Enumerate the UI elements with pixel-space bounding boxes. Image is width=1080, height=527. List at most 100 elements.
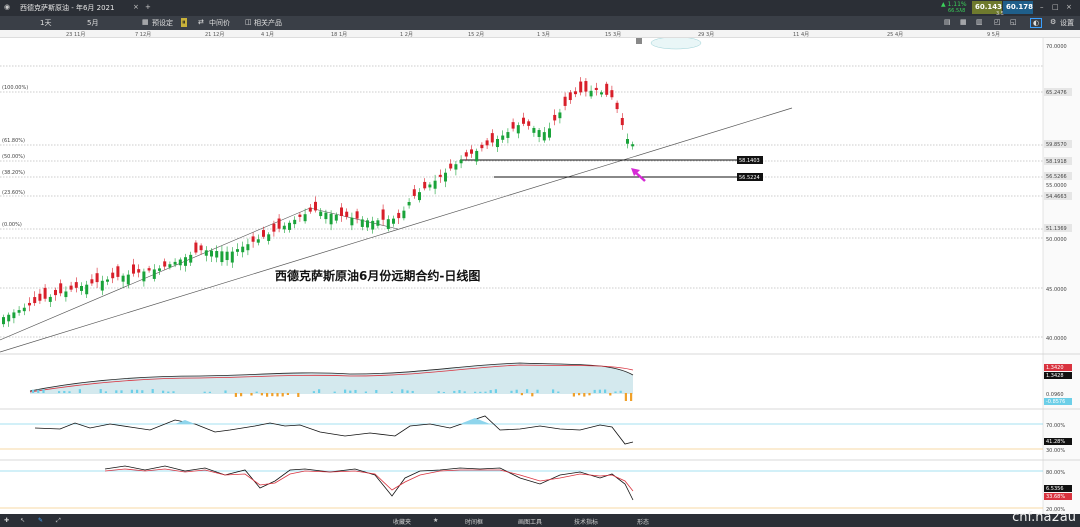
macd-histogram-bar: [588, 393, 591, 396]
pause-icon[interactable]: ⏸: [181, 18, 187, 27]
technical-indicators-button[interactable]: 技术指标: [574, 517, 598, 526]
macd-histogram-bar: [172, 391, 175, 393]
favorites-button[interactable]: 收藏夹: [393, 517, 411, 526]
candle-body: [90, 279, 94, 284]
watermark: cnf.na2au: [1012, 510, 1076, 525]
star-icon[interactable]: ★: [433, 517, 438, 524]
lock-icon[interactable]: [636, 38, 642, 44]
macd-histogram-bar: [364, 391, 367, 393]
candle-body: [95, 273, 99, 283]
date-label: 25 4月: [887, 32, 904, 38]
macd-histogram-bar: [354, 389, 357, 393]
candle-body: [423, 181, 427, 189]
candle-body: [277, 218, 281, 229]
macd-histogram-bar: [557, 391, 560, 393]
ask-price-button[interactable]: 60.178: [1003, 1, 1033, 14]
candle-body: [28, 302, 31, 306]
candle-body: [386, 219, 390, 229]
fib-label: (0.00%): [2, 222, 22, 228]
candle-body: [189, 254, 193, 263]
candle-body: [54, 289, 57, 296]
candle-body: [308, 207, 312, 212]
close-tab-icon[interactable]: ×: [133, 3, 139, 11]
candle-body: [147, 268, 151, 271]
macd-histogram-bar: [271, 393, 274, 397]
grid-icon[interactable]: ▦: [960, 18, 967, 26]
add-tab-button[interactable]: +: [145, 3, 151, 11]
menu-icon[interactable]: ◉: [4, 3, 10, 11]
preset-button[interactable]: 预设定: [152, 18, 173, 28]
candle-body: [600, 92, 603, 95]
macd-histogram-bar: [297, 393, 300, 397]
chart-caption: 西德克萨斯原油6月份远期合约-日线图: [275, 269, 481, 283]
minimize-icon[interactable]: –: [1040, 3, 1044, 11]
date-axis: 23 11月 7 12月 21 12月 4 1月 18 1月 1 2月 15 2…: [0, 30, 1080, 38]
range-select[interactable]: 5月: [87, 18, 98, 28]
candle-body: [433, 180, 437, 189]
crosshair-icon[interactable]: ✚: [4, 517, 9, 524]
related-icon[interactable]: ◫: [245, 18, 252, 26]
macd-histogram-bar: [411, 390, 414, 393]
macd-histogram-bar: [240, 393, 243, 397]
toggle-icon[interactable]: ◐: [1030, 18, 1043, 28]
stoch-level: 33.68%: [1046, 494, 1065, 500]
price-label: 54.4663: [1046, 194, 1067, 200]
candle-body: [17, 310, 21, 313]
macd-histogram-bar: [99, 389, 102, 393]
price-chart[interactable]: (100.00%) (61.80%) (50.00%) (38.20%) (23…: [0, 38, 1080, 514]
date-label: 9 5月: [987, 32, 1000, 38]
macd-histogram-bar: [234, 393, 237, 397]
chart-toolbar: 1天 5月 ▦ 预设定 ⏸ ⇄ 中间价 ◫ 相关产品 ▤ ▦ ▥ ◰ ◱ ◐ ⚙…: [0, 16, 1080, 30]
timeframe-select[interactable]: 1天: [40, 18, 51, 28]
patterns-button[interactable]: 形态: [637, 517, 649, 526]
macd-histogram-bar: [583, 393, 586, 397]
date-label: 7 12月: [135, 32, 152, 38]
trendline-pullback[interactable]: [309, 207, 399, 230]
candle-body: [132, 264, 135, 274]
date-label: 29 3月: [698, 32, 715, 38]
price-label: 58.1918: [1046, 159, 1067, 165]
candle-body: [184, 257, 187, 266]
candle-body: [241, 246, 245, 253]
settings-button[interactable]: 设置: [1060, 18, 1074, 28]
maximize-icon[interactable]: □: [1052, 3, 1059, 11]
gear-icon[interactable]: ⚙: [1050, 18, 1056, 26]
drawing-tools-button[interactable]: 画图工具: [518, 517, 542, 526]
rsi-panel[interactable]: 70.00% 41.28% 30.00%: [0, 415, 1072, 454]
candle-body: [412, 189, 416, 196]
layout-icon[interactable]: ▤: [944, 18, 951, 26]
mid-price-button[interactable]: 中间价: [209, 18, 230, 28]
candle-body: [340, 207, 343, 216]
macd-histogram-bar: [120, 390, 123, 393]
trendline-lower[interactable]: [0, 107, 793, 353]
candle-body: [371, 220, 375, 230]
mid-price-icon[interactable]: ⇄: [198, 18, 204, 26]
cursor-icon[interactable]: ↖: [20, 517, 25, 524]
candle-body: [407, 202, 411, 206]
preset-icon[interactable]: ▦: [142, 18, 149, 26]
timeframe-button[interactable]: 时间框: [465, 517, 483, 526]
candle-body: [563, 96, 567, 106]
magnet-icon[interactable]: ⤢: [56, 517, 61, 525]
close-window-icon[interactable]: ×: [1066, 3, 1072, 11]
window-icon[interactable]: ◰: [994, 18, 1001, 26]
related-products-button[interactable]: 相关产品: [254, 18, 282, 28]
candle-body: [33, 297, 37, 304]
candle-body: [267, 234, 271, 241]
macd-panel[interactable]: 1.3420 1.3428 0.0960 -0.8576: [29, 362, 1072, 405]
macd-histogram-bar: [104, 391, 107, 393]
candle-body: [532, 127, 536, 133]
macd-histogram-bar: [526, 389, 529, 393]
pencil-icon[interactable]: ✎: [38, 517, 43, 524]
candle-body: [475, 150, 479, 162]
macd-histogram-bar: [598, 389, 601, 393]
candle-body: [464, 152, 468, 157]
stochastic-panel[interactable]: 80.00% 6.5356 33.68% 20.00%: [0, 465, 1072, 513]
candle-body: [444, 172, 447, 182]
columns-icon[interactable]: ▥: [976, 18, 983, 26]
window2-icon[interactable]: ◱: [1010, 18, 1017, 26]
date-label: 15 3月: [605, 32, 622, 38]
candle-body: [366, 220, 369, 228]
scroll-marker[interactable]: [650, 38, 702, 50]
macd-histogram-bar: [494, 389, 497, 393]
